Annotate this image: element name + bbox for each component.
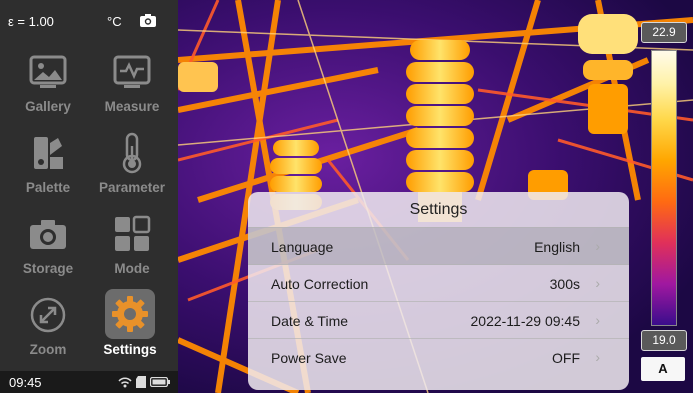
temperature-color-bar xyxy=(651,50,677,326)
row-value: 2022-11-29 09:45 xyxy=(470,313,581,329)
zoom-icon xyxy=(25,292,71,338)
menu-label-mode: Mode xyxy=(114,261,150,276)
chevron-right-icon: › xyxy=(595,349,600,365)
scale-min-value[interactable]: 19.0 xyxy=(641,330,687,351)
menu-label-palette: Palette xyxy=(25,180,71,195)
row-value: OFF xyxy=(552,350,580,366)
thermometer-icon xyxy=(109,130,155,176)
settings-row-power-save[interactable]: Power Save OFF › xyxy=(248,338,629,376)
menu-item-palette[interactable]: Palette xyxy=(4,126,92,204)
status-bar-top: ε = 1.00 °C xyxy=(0,0,178,42)
menu-label-measure: Measure xyxy=(104,99,160,114)
settings-row-language[interactable]: Language English › xyxy=(248,227,629,265)
palette-icon xyxy=(25,130,71,176)
menu-label-zoom: Zoom xyxy=(29,342,67,357)
row-label: Language xyxy=(271,239,334,255)
battery-icon xyxy=(150,377,170,387)
image-icon xyxy=(25,49,71,95)
menu-label-parameter: Parameter xyxy=(98,180,166,195)
menu-item-measure[interactable]: Measure xyxy=(88,45,176,123)
settings-row-auto-correction[interactable]: Auto Correction 300s › xyxy=(248,264,629,302)
chevron-right-icon: › xyxy=(595,312,600,328)
wifi-icon xyxy=(118,377,132,388)
settings-dialog: Settings Language English › Auto Correct… xyxy=(248,192,629,390)
menu-label-settings: Settings xyxy=(103,342,157,357)
row-label: Auto Correction xyxy=(271,276,369,292)
chevron-right-icon: › xyxy=(595,275,600,291)
clock: 09:45 xyxy=(9,375,42,390)
row-label: Date & Time xyxy=(271,313,349,329)
sd-card-icon xyxy=(136,376,146,388)
status-bar-bottom: 09:45 xyxy=(0,371,178,393)
menu-item-gallery[interactable]: Gallery xyxy=(4,45,92,123)
row-label: Power Save xyxy=(271,350,347,366)
measure-icon xyxy=(109,49,155,95)
camera-icon xyxy=(25,211,71,257)
menu-item-mode[interactable]: Mode xyxy=(88,207,176,285)
menu-label-storage: Storage xyxy=(22,261,74,276)
auto-range-button[interactable]: A xyxy=(641,357,685,381)
menu-label-gallery: Gallery xyxy=(25,99,71,114)
gear-icon xyxy=(105,289,155,339)
menu-item-settings[interactable]: Settings xyxy=(86,288,174,366)
menu-item-storage[interactable]: Storage xyxy=(4,207,92,285)
emissivity-readout[interactable]: ε = 1.00 xyxy=(8,14,54,29)
menu-item-parameter[interactable]: Parameter xyxy=(88,126,176,204)
menu-item-zoom[interactable]: Zoom xyxy=(4,288,92,366)
sidebar-menu: ε = 1.00 °C Gallery Measure Palette Para… xyxy=(0,0,178,393)
settings-row-date-time[interactable]: Date & Time 2022-11-29 09:45 › xyxy=(248,301,629,339)
temperature-unit[interactable]: °C xyxy=(107,14,122,29)
grid-icon xyxy=(109,211,155,257)
row-value: English xyxy=(534,239,580,255)
row-value: 300s xyxy=(549,276,580,292)
scale-max-value[interactable]: 22.9 xyxy=(641,22,687,43)
camera-icon[interactable] xyxy=(139,13,157,28)
chevron-right-icon: › xyxy=(595,238,600,254)
dialog-title: Settings xyxy=(409,201,468,218)
